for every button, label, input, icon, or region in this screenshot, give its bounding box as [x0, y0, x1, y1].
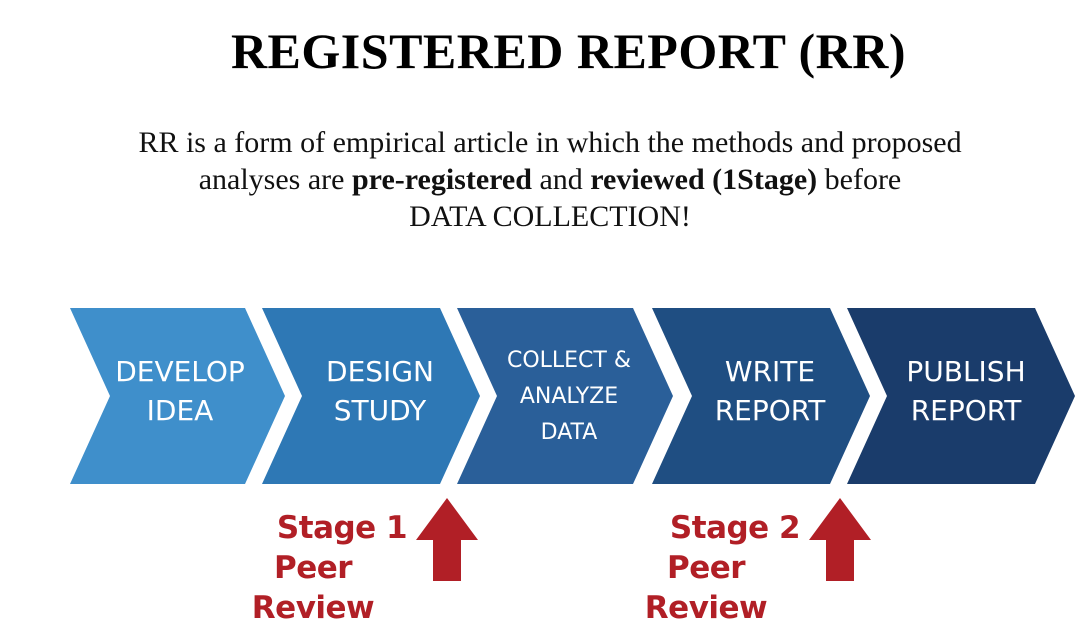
step-3-label-line-2: ANALYZE: [520, 384, 618, 409]
step-3-label-line-1: COLLECT &: [507, 348, 631, 373]
step-1-label-line-1: DEVELOP: [115, 355, 245, 388]
step-4-label-line-2: REPORT: [715, 394, 826, 427]
step-3-label-line-3: DATA: [541, 420, 598, 445]
step-4-label-line-1: WRITE: [725, 355, 815, 388]
stage-2-title: Stage 2: [669, 510, 801, 546]
process-flow-diagram: DEVELOP IDEA DESIGN STUDY COLLECT & ANAL…: [70, 308, 1075, 581]
stage-1-title: Stage 1: [276, 510, 408, 546]
step-2-label-line-1: DESIGN: [326, 355, 434, 388]
stage-2-up-arrow-icon: [809, 498, 871, 581]
stage-2-review-label: Stage 2 Peer Review: [601, 508, 811, 628]
stage-1-subtitle: Peer Review: [251, 550, 375, 626]
step-2-label-line-2: STUDY: [334, 394, 427, 427]
step-5-label-line-2: REPORT: [911, 394, 1022, 427]
step-5-label-line-1: PUBLISH: [906, 355, 1025, 388]
step-1-label-line-2: IDEA: [147, 394, 214, 427]
stage-1-up-arrow-icon: [416, 498, 478, 581]
stage-2-subtitle: Peer Review: [644, 550, 768, 626]
stage-1-review-label: Stage 1 Peer Review: [208, 508, 418, 628]
